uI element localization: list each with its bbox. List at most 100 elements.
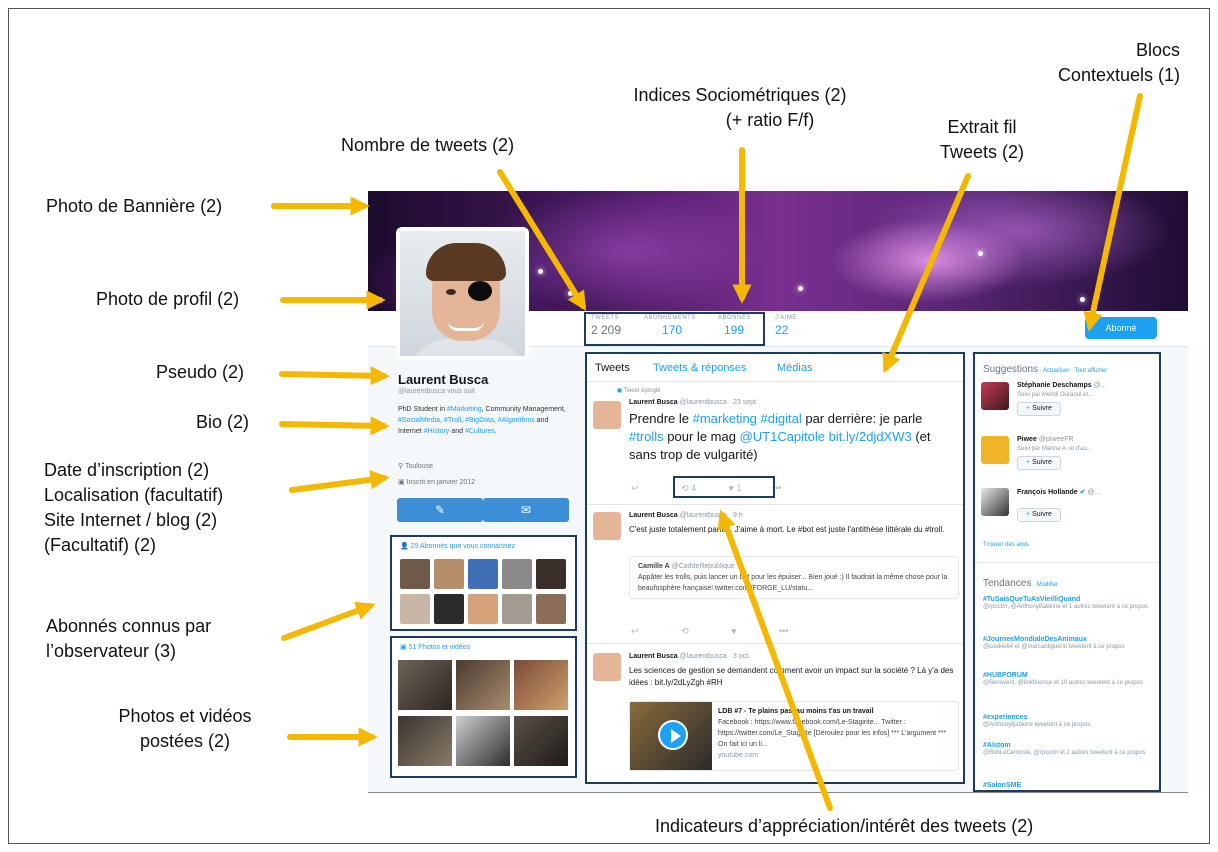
banner-star <box>1080 297 1085 302</box>
tweet-link[interactable]: #marketing <box>693 411 757 426</box>
suggestions-header: Suggestions · Actualiser · Tout afficher <box>983 364 1107 375</box>
suggestion-avatar[interactable] <box>981 488 1009 516</box>
label-tweet-count: Nombre de tweets (2) <box>341 135 515 155</box>
suggestion-name[interactable]: Piwee <box>1017 436 1037 443</box>
tweet-to-button[interactable]: ✎ <box>397 498 483 522</box>
tweet-item[interactable]: ◼ Tweet épinglé Laurent Busca @laurentbu… <box>587 383 963 505</box>
reply-icon[interactable]: ↩ <box>631 483 639 493</box>
follower-avatar[interactable] <box>400 594 430 624</box>
suggestion-avatar[interactable] <box>981 436 1009 464</box>
tweet-item[interactable]: Laurent Busca @laurentbusca · 3 oct. Les… <box>587 645 963 782</box>
suggestion-item[interactable]: Stéphanie Deschamps @... Suivi par Mehdi… <box>981 382 1157 428</box>
suggestion-item[interactable]: François Hollande ✔ @... + Suivre <box>981 488 1157 534</box>
tweet-header: Laurent Busca @laurentbusca · 3 oct. <box>629 653 750 660</box>
trend-item[interactable]: #HUBFORUM @Benavent, @linkfluence et 10 a… <box>983 672 1155 688</box>
bio-link[interactable]: #Cultures <box>465 428 495 435</box>
tweet-link[interactable]: @UT1Capitole <box>740 429 825 444</box>
media-thumbnail[interactable] <box>514 660 568 710</box>
suggestion-avatar[interactable] <box>981 382 1009 410</box>
known-followers-title[interactable]: 👤 29 Abonnés que vous connaissez <box>400 542 515 550</box>
quoted-handle: @CaddeRepublique <box>671 563 735 570</box>
reply-icon[interactable]: ↩ <box>631 626 639 636</box>
tab-tweets-replies[interactable]: Tweets & réponses <box>653 362 747 374</box>
suggestions-links[interactable]: · Actualiser · Tout afficher <box>1038 368 1108 374</box>
photos-title[interactable]: ▣ 51 Photos et vidéos <box>400 643 470 651</box>
tweet-link[interactable]: bit.ly/2djdXW3 <box>829 429 912 444</box>
trend-item[interactable]: #Alstom @BobLeCentriste, @rpoctm et 2 aut… <box>983 742 1155 758</box>
tweet-author-avatar[interactable] <box>593 653 621 681</box>
trend-item[interactable]: #SalonSME <box>983 782 1155 789</box>
follower-avatar[interactable] <box>502 594 532 624</box>
trend-context: @Benavent, @linkfluence et 10 autres twe… <box>983 680 1143 686</box>
follow-suggestion-button[interactable]: + Suivre <box>1017 402 1061 416</box>
bio-link[interactable]: #BigData <box>465 417 494 424</box>
suggestion-name-line: Stéphanie Deschamps @... <box>1017 382 1107 389</box>
bio-link[interactable]: #History <box>424 428 450 435</box>
tweet-text: Les sciences de gestion se demandent com… <box>629 666 954 687</box>
quoted-author: Camille A <box>638 563 670 570</box>
trend-item[interactable]: #TuSaisQueTuAsVieilliQuand @rpoctm, @Anth… <box>983 596 1155 612</box>
bio-link[interactable]: #Algorithms <box>498 417 535 424</box>
profile-photo[interactable] <box>396 227 529 360</box>
follower-avatar[interactable] <box>536 559 566 589</box>
tweet-link[interactable]: #trolls <box>629 429 664 444</box>
follow-button[interactable]: Abonné <box>1085 317 1157 339</box>
label-contextual-blocks: Blocs Contextuels (1) <box>1010 38 1180 88</box>
follower-avatar[interactable] <box>400 559 430 589</box>
tweet-author[interactable]: Laurent Busca <box>629 653 678 660</box>
stat-likes[interactable]: J'AIME 22 <box>775 315 797 337</box>
follower-avatar[interactable] <box>434 594 464 624</box>
follower-avatar[interactable] <box>468 594 498 624</box>
bio-link[interactable]: #Troll <box>444 417 461 424</box>
follower-avatar[interactable] <box>502 559 532 589</box>
tweet-author-avatar[interactable] <box>593 401 621 429</box>
media-thumbnail[interactable] <box>514 716 568 766</box>
tweet-author[interactable]: Laurent Busca <box>629 399 678 406</box>
profile-name: Laurent Busca <box>398 372 489 387</box>
bio-link[interactable]: #Marketing <box>447 406 482 413</box>
find-friends-link[interactable]: Trouver des amis <box>983 542 1029 548</box>
message-button[interactable]: ✉ <box>483 498 569 522</box>
follow-suggestion-button[interactable]: + Suivre <box>1017 508 1061 522</box>
label-feed-line: Extrait fil <box>947 117 1017 137</box>
follower-avatar[interactable] <box>434 559 464 589</box>
message-icon: ✉ <box>520 503 532 517</box>
tweet-item[interactable]: Laurent Busca @laurentbusca · 9 h C'est … <box>587 506 963 644</box>
suggestion-name[interactable]: François Hollande <box>1017 489 1078 496</box>
suggestion-item[interactable]: Piwee @piweeFR Suivi par Marina A. et d'… <box>981 436 1157 482</box>
location-text: Toulouse <box>404 463 433 470</box>
quoted-tweet[interactable]: Camille A @CaddeRepublique Appâter les t… <box>629 556 959 599</box>
more-icon[interactable]: ••• <box>779 626 788 636</box>
trends-change-link[interactable]: · Modifier <box>1031 582 1058 588</box>
trend-item[interactable]: #JourneeMondialeDesAnimaux @cookie64 et @… <box>983 636 1155 652</box>
tab-tweets[interactable]: Tweets <box>595 362 630 374</box>
media-thumbnail[interactable] <box>398 716 452 766</box>
tweet-author[interactable]: Laurent Busca <box>629 512 678 519</box>
play-icon[interactable] <box>658 720 688 750</box>
tweet-author-avatar[interactable] <box>593 512 621 540</box>
media-thumbnail[interactable] <box>398 660 452 710</box>
banner-star <box>538 269 543 274</box>
label-blocks-line: Contextuels (1) <box>1057 65 1180 85</box>
link-card[interactable]: LDB #7 - Te plains pas, au moins t'as un… <box>629 701 959 771</box>
suggestion-name[interactable]: Stéphanie Deschamps <box>1017 382 1092 389</box>
media-thumbnail[interactable] <box>456 716 510 766</box>
tweet-feed: Tweets Tweets & réponses Médias ◼ Tweet … <box>585 352 965 784</box>
like-icon[interactable]: ♥ <box>731 626 736 636</box>
tab-media[interactable]: Médias <box>777 362 812 374</box>
tweet-link[interactable]: #digital <box>761 411 802 426</box>
trend-item[interactable]: #experiences @AnthonyBabkine tweetent à c… <box>983 714 1155 730</box>
location-icon: ⚲ <box>398 463 405 470</box>
trend-context: @AnthonyBabkine tweetent à ce propos <box>983 722 1091 728</box>
pinned-label-text: Tweet épinglé <box>623 388 661 394</box>
follow-suggestion-button[interactable]: + Suivre <box>1017 456 1061 470</box>
banner-star <box>798 286 803 291</box>
follower-avatar[interactable] <box>468 559 498 589</box>
follower-avatar[interactable] <box>536 594 566 624</box>
label-known-line: Abonnés connus par <box>46 616 212 636</box>
card-source: youtube.com <box>718 752 759 759</box>
tweet-meta: @laurentbusca · 9 h <box>679 512 743 519</box>
media-thumbnail[interactable] <box>456 660 510 710</box>
bio-link[interactable]: #SocialMedia <box>398 417 440 424</box>
retweet-icon[interactable]: ⟲ <box>681 626 689 636</box>
